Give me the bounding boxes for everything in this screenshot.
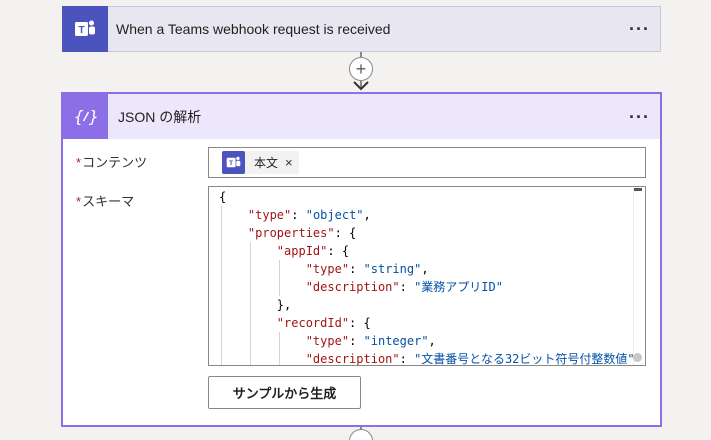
token-remove-button[interactable]: × bbox=[285, 155, 293, 170]
editor-scrollbar[interactable] bbox=[633, 187, 645, 365]
code-line: "description": "文書番号となる32ビット符号付整数値" bbox=[305, 352, 635, 366]
trigger-title: When a Teams webhook request is received bbox=[116, 21, 391, 37]
code-line: "properties": { bbox=[247, 226, 357, 240]
svg-text:{: { bbox=[74, 107, 84, 126]
required-mark: * bbox=[76, 194, 82, 209]
generate-from-sample-button[interactable]: サンプルから生成 bbox=[208, 376, 361, 409]
code-line: "recordId": { bbox=[276, 316, 371, 330]
schema-label-text: スキーマ bbox=[82, 194, 135, 209]
code-line: { bbox=[219, 190, 227, 204]
code-line: }, bbox=[276, 298, 292, 312]
content-label-text: コンテンツ bbox=[82, 155, 148, 170]
plus-icon: + bbox=[355, 59, 367, 79]
add-step-button[interactable] bbox=[349, 429, 373, 440]
json-braces-icon: { } bbox=[63, 94, 108, 139]
trigger-more-button[interactable]: ··· bbox=[629, 20, 650, 38]
parse-json-header[interactable]: { } JSON の解析 ··· bbox=[63, 94, 660, 139]
code-line: "description": "業務アプリID" bbox=[305, 280, 503, 294]
add-step-button[interactable]: + bbox=[349, 57, 373, 81]
schema-label: *スキーマ bbox=[76, 191, 134, 210]
parse-json-title: JSON の解析 bbox=[118, 108, 202, 125]
parse-json-more-button[interactable]: ··· bbox=[629, 108, 650, 126]
content-label: *コンテンツ bbox=[76, 152, 147, 171]
code-line: "appId": { bbox=[276, 244, 350, 258]
scrollbar-thumb[interactable] bbox=[634, 188, 642, 191]
teams-icon: T bbox=[222, 151, 245, 174]
content-token[interactable]: T 本文 × bbox=[222, 151, 299, 174]
required-mark: * bbox=[76, 155, 82, 170]
trigger-card[interactable]: T When a Teams webhook request is receiv… bbox=[62, 5, 661, 52]
token-label: 本文 bbox=[254, 156, 279, 170]
arrow-down-icon bbox=[353, 81, 369, 91]
svg-text:T: T bbox=[78, 25, 84, 36]
code-line: "type": "integer", bbox=[305, 334, 436, 348]
parse-json-card: { } JSON の解析 ··· *コンテンツ T 本文 × *スキーマ {"… bbox=[61, 92, 662, 427]
resize-grip-icon[interactable] bbox=[633, 353, 642, 362]
code-line: "type": "object", bbox=[247, 208, 371, 222]
svg-text:}: } bbox=[88, 107, 98, 126]
teams-icon: T bbox=[62, 5, 108, 52]
code-line: "type": "string", bbox=[305, 262, 429, 276]
content-input[interactable]: T 本文 × bbox=[208, 147, 646, 178]
schema-editor[interactable]: { "type": "object", "properties": { "app… bbox=[208, 186, 646, 366]
